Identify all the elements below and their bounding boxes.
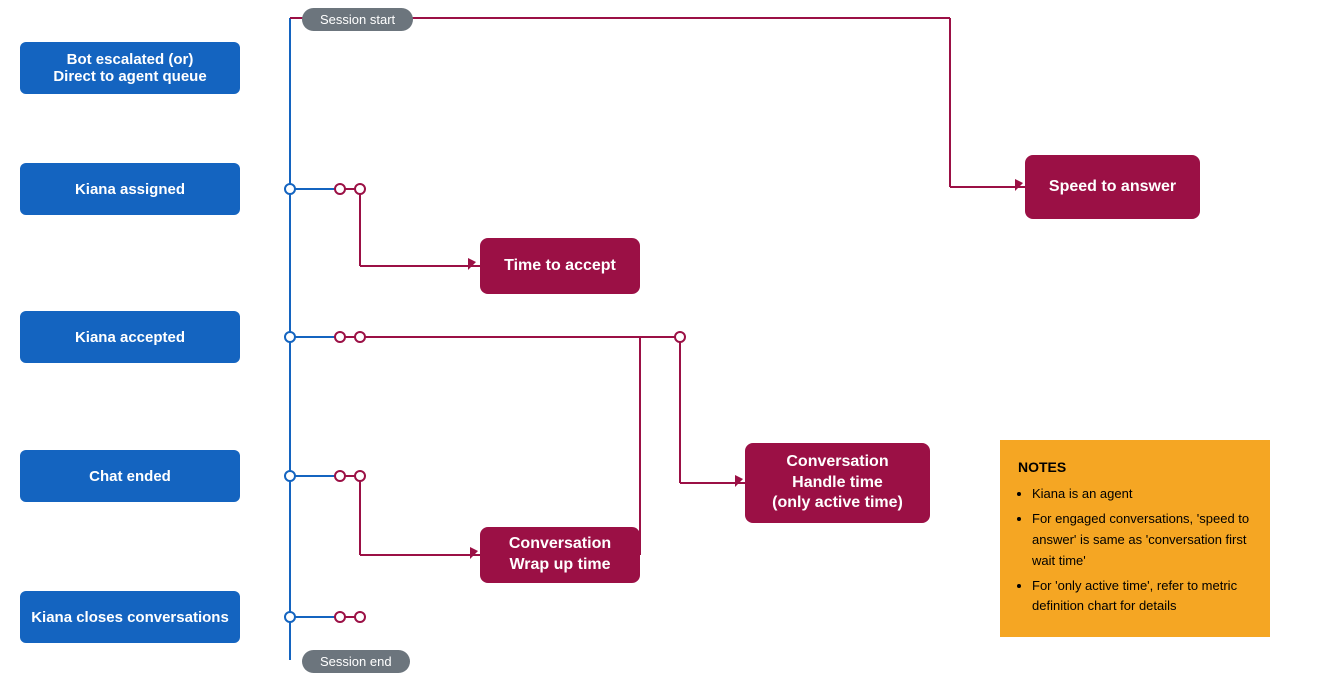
speed-to-answer-box: Speed to answer [1025,155,1200,219]
notes-item-2: For engaged conversations, 'speed to ans… [1032,509,1252,571]
notes-item-1: Kiana is an agent [1032,484,1252,505]
session-end-label: Session end [302,650,410,673]
notes-list: Kiana is an agent For engaged conversati… [1018,484,1252,617]
notes-item-3: For 'only active time', refer to metric … [1032,576,1252,618]
conversation-handle-box: Conversation Handle time (only active ti… [745,443,930,523]
event-box-closes: Kiana closes conversations [20,591,240,643]
session-start-label: Session start [302,8,413,31]
time-to-accept-box: Time to accept [480,238,640,294]
event-box-accepted: Kiana accepted [20,311,240,363]
event-box-chat-ended: Chat ended [20,450,240,502]
diagram-container: Session start Bot escalated (or) Direct … [0,0,1343,681]
event-box-assigned: Kiana assigned [20,163,240,215]
notes-box: NOTES Kiana is an agent For engaged conv… [1000,440,1270,637]
notes-title: NOTES [1018,456,1252,478]
wrap-up-box: Conversation Wrap up time [480,527,640,583]
event-box-bot: Bot escalated (or) Direct to agent queue [20,42,240,94]
